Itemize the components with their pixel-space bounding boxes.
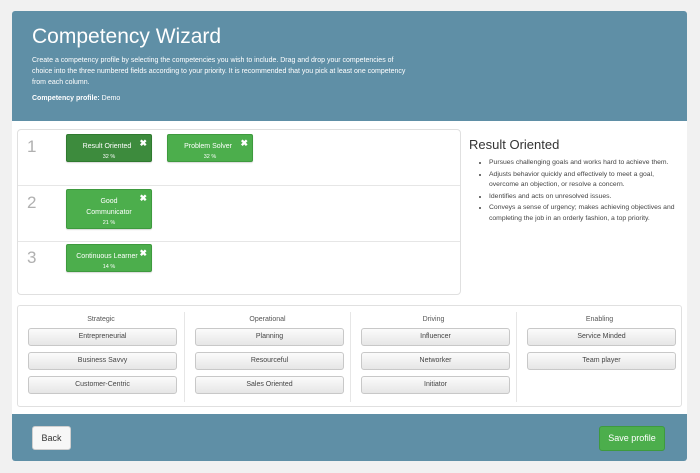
detail-bullet: Identifies and acts on unresolved issues… [489,192,679,203]
chip-percent: 14 % [102,264,116,270]
column-heading: Driving [422,316,445,323]
profile-label: Competency profile: [32,95,100,102]
competency-detail: Result Oriented Pursues challenging goal… [469,137,679,225]
slot-number: 2 [27,193,37,212]
chip-percent: 32 % [102,154,116,160]
column-strategic: Strategic Entrepreneurial Business Savvy… [18,312,184,402]
column-operational: Operational Planning Resourceful Sales O… [184,312,350,402]
wizard-instructions: Create a competency profile by selecting… [32,57,406,86]
chip-label: Continuous Learner [76,253,138,260]
competency-team-player[interactable]: Team player [527,352,676,370]
competency-planning[interactable]: Planning [195,328,344,346]
chip-good-communicator[interactable]: Good Communicator 21 % ✖ [66,189,152,229]
column-driving: Driving Influencer Networker Initiator [350,312,516,402]
slot-number: 3 [27,248,37,267]
page-title: Competency Wizard [32,25,222,48]
profile-name: Demo [101,95,121,102]
column-heading: Operational [249,316,286,323]
chip-continuous-learner[interactable]: Continuous Learner 14 % ✖ [66,244,152,272]
chip-result-oriented[interactable]: Result Oriented 32 % ✖ [66,134,152,162]
back-button[interactable]: Back [32,426,71,450]
detail-bullet: Pursues challenging goals and works hard… [489,158,679,169]
chip-problem-solver[interactable]: Problem Solver 32 % ✖ [167,134,253,162]
competency-sales-oriented[interactable]: Sales Oriented [195,376,344,394]
close-icon[interactable]: ✖ [139,193,147,204]
close-icon[interactable]: ✖ [139,248,147,259]
competency-influencer[interactable]: Influencer [361,328,510,346]
competency-columns: Strategic Entrepreneurial Business Savvy… [17,305,682,407]
chip-label: Result Oriented [82,143,132,150]
competency-networker[interactable]: Networker [361,352,510,370]
detail-bullet: Conveys a sense of urgency; makes achiev… [489,203,679,224]
chip-percent: 21 % [102,220,116,226]
competency-customer-centric[interactable]: Customer-Centric [28,376,177,394]
save-profile-button[interactable]: Save profile [599,426,665,451]
close-icon[interactable]: ✖ [139,138,147,149]
competency-resourceful[interactable]: Resourceful [195,352,344,370]
slot-number: 1 [27,137,37,156]
priority-slot-1[interactable]: 1 Result Oriented 32 % ✖ Problem Solver … [18,130,460,186]
competency-service-minded[interactable]: Service Minded [527,328,676,346]
priority-slot-3[interactable]: 3 Continuous Learner 14 % ✖ [18,242,460,295]
wizard-header: Competency Wizard Create a competency pr… [12,11,687,121]
priority-slot-2[interactable]: 2 Good Communicator 21 % ✖ [18,186,460,242]
detail-list: Pursues challenging goals and works hard… [469,158,679,224]
column-heading: Strategic [87,316,115,323]
column-heading: Enabling [585,316,614,323]
profile-line: Competency profile: Demo [32,95,120,102]
wizard-footer: Back Save profile [12,414,687,461]
competency-initiator[interactable]: Initiator [361,376,510,394]
detail-bullet: Adjusts behavior quickly and effectively… [489,170,679,191]
detail-title: Result Oriented [469,137,560,152]
competency-wizard: Competency Wizard Create a competency pr… [12,11,687,461]
chip-label: Problem Solver [184,143,232,150]
close-icon[interactable]: ✖ [240,138,248,149]
competency-entrepreneurial[interactable]: Entrepreneurial [28,328,177,346]
column-enabling: Enabling Service Minded Team player [516,312,682,402]
chip-label: Good Communicator [86,198,132,216]
priority-slots: 1 Result Oriented 32 % ✖ Problem Solver … [17,129,461,295]
competency-business-savvy[interactable]: Business Savvy [28,352,177,370]
chip-percent: 32 % [203,154,217,160]
